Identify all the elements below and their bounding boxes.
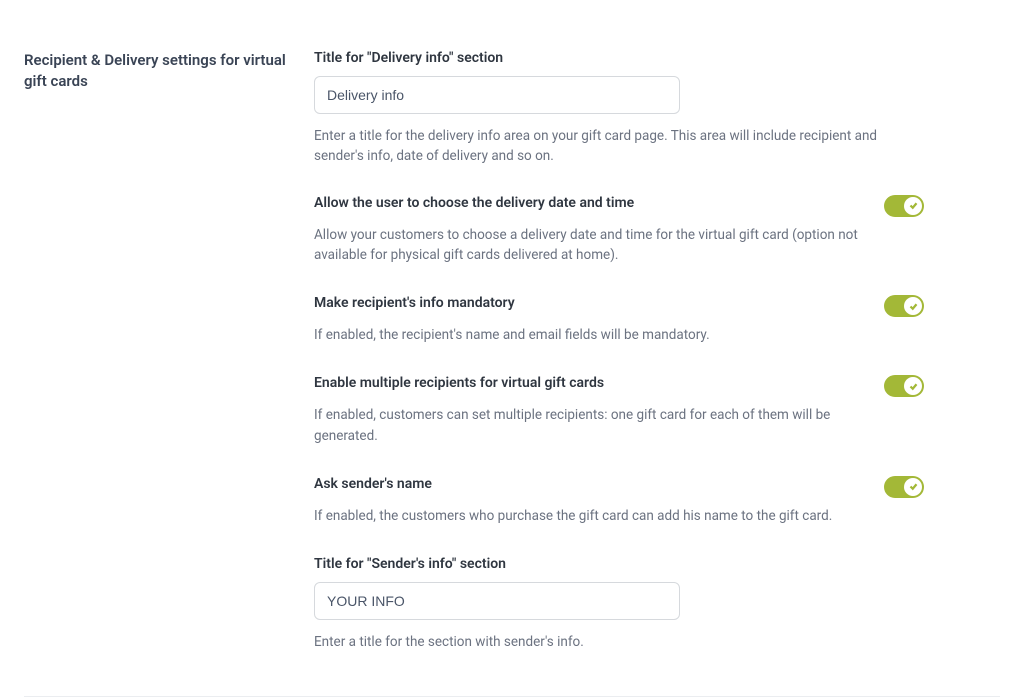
allow-date-help: Allow your customers to choose a deliver… xyxy=(314,225,924,266)
settings-main: Title for "Delivery info" section Enter … xyxy=(314,50,1000,664)
check-icon xyxy=(909,382,918,391)
multiple-recipients-label: Enable multiple recipients for virtual g… xyxy=(314,375,884,391)
multiple-recipients-setting: Enable multiple recipients for virtual g… xyxy=(314,375,924,446)
section-title: Recipient & Delivery settings for virtua… xyxy=(24,50,290,92)
check-icon xyxy=(909,482,918,491)
delivery-title-field: Title for "Delivery info" section Enter … xyxy=(314,50,924,167)
mandatory-recipient-help: If enabled, the recipient's name and ema… xyxy=(314,325,924,345)
toggle-handle xyxy=(904,197,922,215)
allow-date-toggle[interactable] xyxy=(884,195,924,217)
sender-title-field: Title for "Sender's info" section Enter … xyxy=(314,556,924,652)
delivery-title-input[interactable] xyxy=(314,76,680,114)
toggle-handle xyxy=(904,297,922,315)
mandatory-recipient-label: Make recipient's info mandatory xyxy=(314,295,884,311)
toggle-handle xyxy=(904,478,922,496)
delivery-title-help: Enter a title for the delivery info area… xyxy=(314,126,924,167)
check-icon xyxy=(909,302,918,311)
ask-sender-help: If enabled, the customers who purchase t… xyxy=(314,506,924,526)
ask-sender-label: Ask sender's name xyxy=(314,476,884,492)
ask-sender-toggle[interactable] xyxy=(884,476,924,498)
allow-date-label: Allow the user to choose the delivery da… xyxy=(314,195,884,211)
mandatory-recipient-setting: Make recipient's info mandatory If enabl… xyxy=(314,295,924,345)
sender-title-input[interactable] xyxy=(314,582,680,620)
check-icon xyxy=(909,201,918,210)
mandatory-recipient-toggle[interactable] xyxy=(884,295,924,317)
multiple-recipients-help: If enabled, customers can set multiple r… xyxy=(314,405,924,446)
settings-sidebar: Recipient & Delivery settings for virtua… xyxy=(24,50,314,664)
multiple-recipients-toggle[interactable] xyxy=(884,375,924,397)
ask-sender-setting: Ask sender's name If enabled, the custom… xyxy=(314,476,924,526)
sender-title-label: Title for "Sender's info" section xyxy=(314,556,924,572)
allow-date-setting: Allow the user to choose the delivery da… xyxy=(314,195,924,266)
toggle-handle xyxy=(904,377,922,395)
sender-title-help: Enter a title for the section with sende… xyxy=(314,632,924,652)
delivery-title-label: Title for "Delivery info" section xyxy=(314,50,924,66)
